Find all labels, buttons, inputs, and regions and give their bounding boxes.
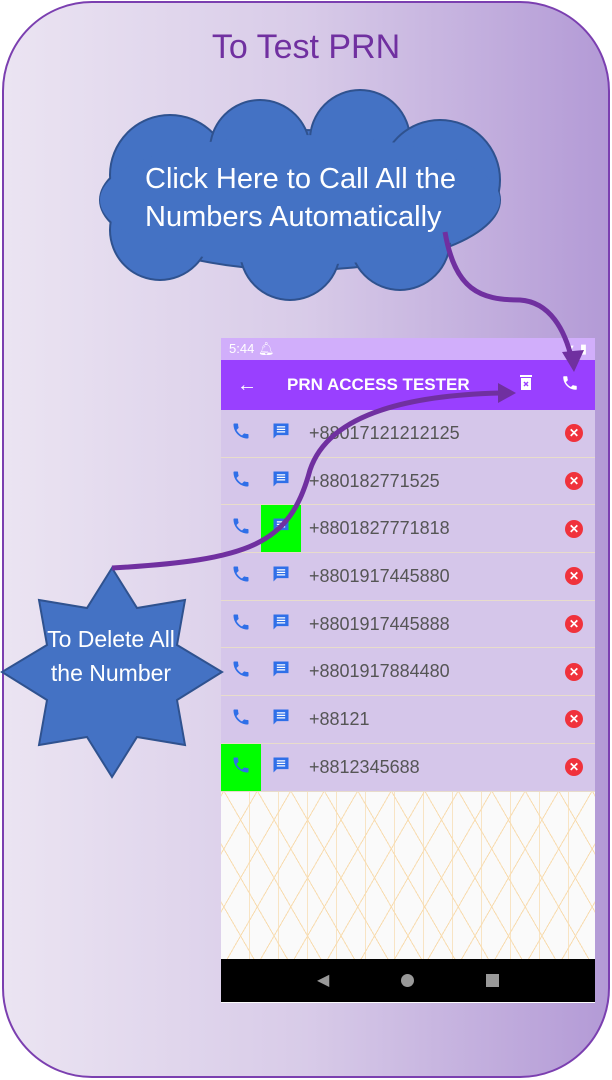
arrow-to-call-all [442,231,575,361]
arrow-to-delete-all [111,390,501,571]
star-callout-text: To Delete All the Number [47,626,175,686]
cloud-callout-text: Click Here to Call All the Numbers Autom… [145,163,457,233]
